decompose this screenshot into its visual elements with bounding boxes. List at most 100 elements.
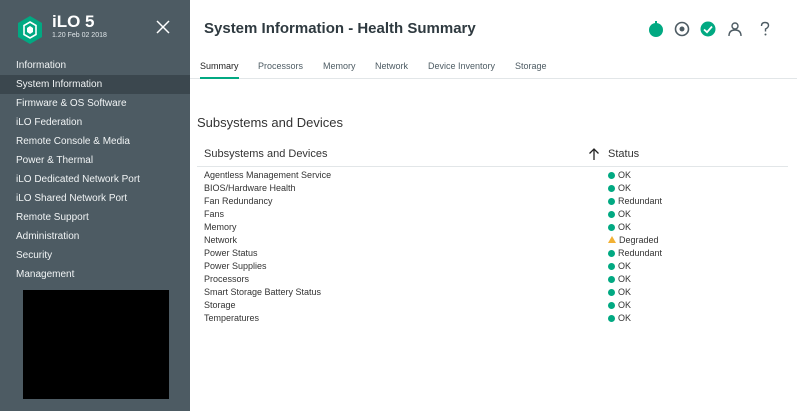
status-cell: OK (608, 208, 631, 221)
subsystem-name: Fan Redundancy (204, 196, 273, 206)
column-header-status[interactable]: Status (608, 148, 639, 160)
subsystem-name: Power Supplies (204, 261, 267, 271)
subsystem-name: Memory (204, 222, 237, 232)
status-label: OK (618, 222, 632, 232)
sidebar-item-firmware-os-software[interactable]: Firmware & OS Software (0, 94, 190, 113)
table-row: Smart Storage Battery Status OK (197, 286, 788, 299)
column-header-subsystems[interactable]: Subsystems and Devices (204, 148, 328, 160)
page-title: System Information - Health Summary (204, 20, 476, 37)
subsystem-name: Fans (204, 209, 225, 219)
table-row: Processors OK (197, 273, 788, 286)
ufo-indicator-icon[interactable] (673, 20, 691, 38)
warning-icon (608, 236, 616, 243)
power-icon[interactable] (647, 20, 665, 38)
table-row: Power Supplies OK (197, 260, 788, 273)
help-icon[interactable] (756, 20, 774, 38)
status-label: OK (618, 183, 632, 193)
tab-bar: Summary Processors Memory Network Device… (190, 56, 797, 79)
status-cell: OK (608, 286, 631, 299)
status-cell: OK (608, 312, 631, 325)
tab-device-inventory[interactable]: Device Inventory (428, 56, 495, 77)
status-cell: OK (608, 182, 631, 195)
status-label: OK (618, 287, 632, 297)
status-label: OK (618, 274, 632, 284)
status-label: Degraded (619, 235, 659, 245)
subsystem-name: Network (204, 235, 238, 245)
sidebar-item-remote-support[interactable]: Remote Support (0, 208, 190, 227)
subsystem-name: Power Status (204, 248, 258, 258)
page-header: System Information - Health Summary (190, 0, 797, 58)
status-ok-icon (608, 289, 615, 296)
subsystem-name: BIOS/Hardware Health (204, 183, 296, 193)
subsystem-name: Agentless Management Service (204, 170, 332, 180)
status-cell: Redundant (608, 247, 662, 260)
sort-arrow-up-icon[interactable] (588, 147, 600, 161)
status-cell: OK (608, 260, 631, 273)
status-label: OK (618, 300, 632, 310)
status-ok-icon (608, 172, 615, 179)
user-icon[interactable] (726, 20, 744, 38)
status-ok-icon (608, 276, 615, 283)
subsystem-name: Storage (204, 300, 236, 310)
sidebar-item-administration[interactable]: Administration (0, 227, 190, 246)
status-ok-icon (608, 198, 615, 205)
status-ok-icon (608, 250, 615, 257)
tab-summary[interactable]: Summary (200, 56, 239, 79)
app-name: iLO 5 (52, 12, 95, 31)
table-row: Fans OK (197, 208, 788, 221)
sidebar-item-power-thermal[interactable]: Power & Thermal (0, 151, 190, 170)
status-cell: Degraded (608, 234, 659, 247)
table-row: Fan Redundancy Redundant (197, 195, 788, 208)
tab-memory[interactable]: Memory (323, 56, 356, 77)
brand-header: iLO 5 1.20 Feb 02 2018 (0, 0, 190, 58)
tab-network[interactable]: Network (375, 56, 408, 77)
redacted-panel (23, 290, 169, 399)
subsystem-name: Temperatures (204, 313, 260, 323)
status-label: Redundant (618, 196, 663, 206)
status-cell: OK (608, 169, 631, 182)
table-row: BIOS/Hardware Health OK (197, 182, 788, 195)
health-summary-table: Subsystems and Devices Status Agentless … (197, 141, 788, 325)
table-row: Memory OK (197, 221, 788, 234)
sidebar-item-management[interactable]: Management (0, 265, 190, 284)
status-label: OK (618, 313, 632, 323)
status-ok-icon (608, 211, 615, 218)
status-cell: Redundant (608, 195, 662, 208)
status-ok-icon (608, 224, 615, 231)
status-ok-icon (608, 263, 615, 270)
table-row: Agentless Management Service OK (197, 169, 788, 182)
sidebar-nav: Information System Information Firmware … (0, 56, 190, 284)
table-body: Agentless Management Service OK BIOS/Hardw… (197, 167, 788, 325)
sidebar-item-system-information[interactable]: System Information (0, 75, 190, 94)
status-label: OK (618, 170, 632, 180)
status-label: OK (618, 261, 632, 271)
sidebar-item-ilo-dedicated-network-port[interactable]: iLO Dedicated Network Port (0, 170, 190, 189)
section-title: Subsystems and Devices (197, 115, 343, 130)
table-row: Storage OK (197, 299, 788, 312)
table-row: Power Status Redundant (197, 247, 788, 260)
sidebar-item-ilo-shared-network-port[interactable]: iLO Shared Network Port (0, 189, 190, 208)
status-cell: OK (608, 299, 631, 312)
sidebar: iLO 5 1.20 Feb 02 2018 Information Syste… (0, 0, 190, 411)
subsystem-name: Processors (204, 274, 250, 284)
status-ok-icon (608, 185, 615, 192)
sidebar-item-ilo-federation[interactable]: iLO Federation (0, 113, 190, 132)
status-cell: OK (608, 273, 631, 286)
table-header: Subsystems and Devices Status (197, 141, 788, 167)
tab-processors[interactable]: Processors (258, 56, 303, 77)
sidebar-item-remote-console-media[interactable]: Remote Console & Media (0, 132, 190, 151)
status-ok-icon (608, 302, 615, 309)
close-icon[interactable] (155, 19, 171, 35)
status-cell: OK (608, 221, 631, 234)
table-row: Network Degraded (197, 234, 788, 247)
subsystem-name: Smart Storage Battery Status (204, 287, 322, 297)
ilo-logo-icon (18, 16, 42, 44)
sidebar-item-information[interactable]: Information (0, 56, 190, 75)
status-ok-icon (608, 315, 615, 322)
tab-storage[interactable]: Storage (515, 56, 547, 77)
health-ok-icon[interactable] (699, 20, 717, 38)
app-version: 1.20 Feb 02 2018 (52, 32, 107, 39)
table-row: Temperatures OK (197, 312, 788, 325)
sidebar-item-security[interactable]: Security (0, 246, 190, 265)
status-label: Redundant (618, 248, 663, 258)
